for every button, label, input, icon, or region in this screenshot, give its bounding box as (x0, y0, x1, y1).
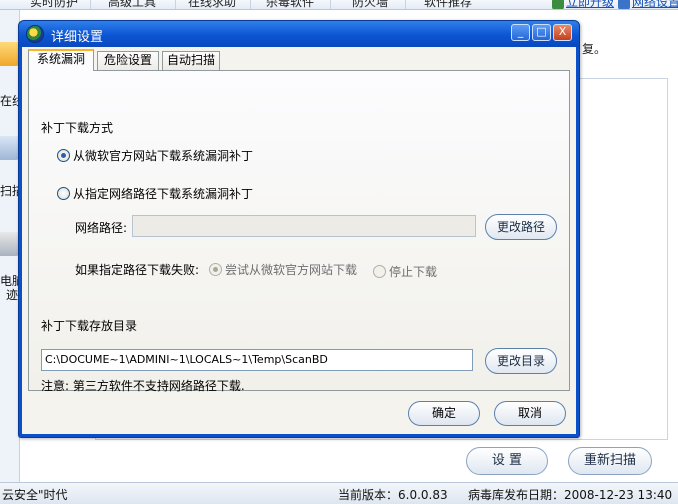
change-path-button[interactable]: 更改路径 (485, 214, 557, 240)
status-fragment-text: 复。 (582, 42, 607, 56)
virus-db-date-text: 病毒库发布日期：2008-12-23 13:40 (468, 488, 673, 502)
online-feature-icon[interactable] (0, 42, 19, 66)
scan-feature-icon[interactable] (0, 136, 19, 160)
tab-danger-settings[interactable]: 危险设置 (97, 51, 159, 70)
cancel-button[interactable]: 取消 (494, 401, 566, 426)
nav-item-advanced-tools[interactable]: 高级工具 (108, 0, 156, 9)
close-button[interactable]: X (553, 24, 572, 41)
network-settings-link[interactable]: 网络设置 (632, 0, 678, 9)
nav-divider (90, 0, 91, 9)
app-sidebar: 在线 扫描 电脑 迹 (0, 10, 20, 482)
rescan-button[interactable]: 重新扫描 (568, 447, 652, 475)
radio-official-site[interactable] (57, 149, 70, 162)
option-official-site-label[interactable]: 从微软官方网站下载系统漏洞补丁 (73, 147, 253, 164)
tab-panel-system-vulnerability: 补丁下载方式 从微软官方网站下载系统漏洞补丁 从指定网络路径下载系统漏洞补丁 网… (28, 70, 570, 393)
settings-button[interactable]: 设 置 (466, 447, 548, 475)
top-nav-bar: 实时防护 高级工具 在线求助 杀毒软件 防火墙 软件推荐 立即升级 网络设置 (0, 0, 678, 10)
nav-divider (250, 0, 251, 9)
app-logo-icon (26, 25, 44, 43)
network-path-label: 网络路径: (75, 221, 128, 235)
fallback-label: 如果指定路径下载失败: (75, 263, 200, 277)
radio-fallback-stop[interactable] (373, 265, 386, 278)
fallback-stop-label[interactable]: 停止下载 (389, 263, 437, 280)
tab-system-vulnerability[interactable]: 系统漏洞 (28, 49, 94, 71)
maximize-button[interactable]: □ (532, 24, 551, 41)
nav-divider (175, 0, 176, 9)
option-custom-path-label[interactable]: 从指定网络路径下载系统漏洞补丁 (73, 185, 253, 202)
dialog-title: 详细设置 (51, 30, 104, 45)
fallback-official-label[interactable]: 尝试从微软官方网站下载 (225, 261, 357, 278)
upgrade-link[interactable]: 立即升级 (566, 0, 614, 9)
nav-item-online-help[interactable]: 在线求助 (188, 0, 236, 9)
dialog-titlebar[interactable]: 详细设置 _ □ X (19, 21, 579, 47)
patch-dir-input[interactable]: C:\DOCUME~1\ADMINI~1\LOCALS~1\Temp\ScanB… (41, 349, 473, 371)
radio-fallback-official[interactable] (209, 263, 222, 276)
nav-item-software[interactable]: 软件推荐 (424, 0, 472, 9)
radio-custom-path[interactable] (57, 187, 70, 200)
network-path-input[interactable] (132, 215, 476, 237)
brand-text: 云安全"时代 (2, 488, 68, 502)
nav-item-antivirus[interactable]: 杀毒软件 (266, 0, 314, 9)
network-path-note: 注意: 第三方软件不支持网络路径下载. (41, 379, 245, 393)
pc-trace-icon[interactable] (0, 232, 19, 256)
version-text: 当前版本：6.0.0.83 (338, 488, 448, 502)
settings-dialog: 详细设置 _ □ X 系统漏洞 危险设置 自动扫描 补丁下载方式 从微软官方网站… (18, 20, 580, 438)
change-dir-button[interactable]: 更改目录 (485, 348, 557, 374)
nav-item-firewall[interactable]: 防火墙 (352, 0, 388, 9)
ok-button[interactable]: 确定 (408, 401, 480, 426)
tab-auto-scan[interactable]: 自动扫描 (162, 51, 220, 70)
minimize-button[interactable]: _ (511, 24, 530, 41)
patch-method-heading: 补丁下载方式 (41, 121, 114, 135)
nav-divider (405, 0, 406, 9)
patch-dir-heading: 补丁下载存放目录 (41, 319, 138, 333)
nav-item-realtime[interactable]: 实时防护 (30, 0, 78, 9)
network-settings-icon (618, 0, 630, 9)
dialog-body: 系统漏洞 危险设置 自动扫描 补丁下载方式 从微软官方网站下载系统漏洞补丁 从指… (22, 47, 576, 434)
sidebar-label-online: 在线 (0, 94, 19, 108)
upgrade-icon (552, 0, 564, 9)
status-bar: 云安全"时代 当前版本：6.0.0.83 病毒库发布日期：2008-12-23 … (0, 482, 678, 504)
sidebar-label-scan: 扫描 (0, 184, 19, 198)
nav-divider (330, 0, 331, 9)
